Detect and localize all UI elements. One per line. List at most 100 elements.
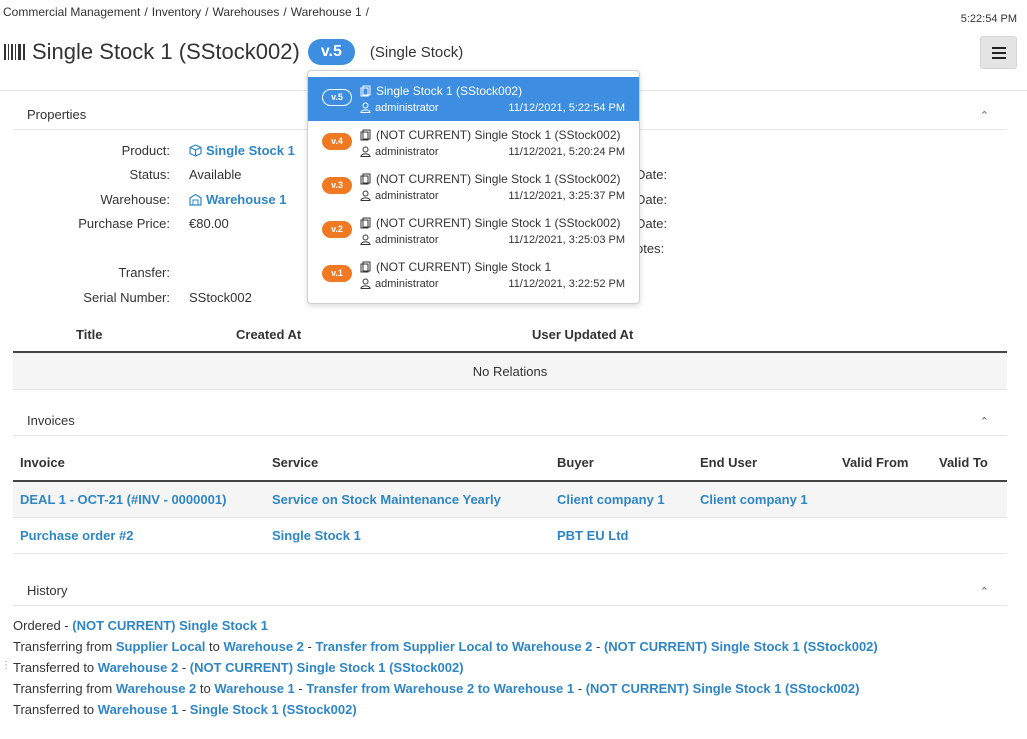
- end-user-cell: [693, 517, 835, 553]
- version-title: Single Stock 1 (SStock002): [376, 84, 523, 98]
- no-relations-message: No Relations: [13, 353, 1007, 390]
- version-menu-item[interactable]: v.3 (NOT CURRENT) Single Stock 1 (SStock0…: [308, 165, 639, 209]
- history-entry: Ordered - (NOT CURRENT) Single Stock 1: [13, 617, 1013, 638]
- invoices-section-header[interactable]: Invoices ⌃: [13, 406, 1007, 436]
- version-user-row: administrator: [360, 278, 439, 290]
- version-title: (NOT CURRENT) Single Stock 1 (SStock002): [376, 128, 621, 142]
- breadcrumb-warehouse-1[interactable]: Warehouse 1: [291, 5, 362, 19]
- serial-number-value: SStock002: [189, 290, 252, 305]
- version-date: 11/12/2021, 3:25:03 PM: [508, 234, 625, 246]
- service-link[interactable]: Service on Stock Maintenance Yearly: [265, 481, 550, 517]
- breadcrumb-inventory[interactable]: Inventory: [152, 5, 201, 19]
- history-section-header[interactable]: History ⌃: [13, 576, 1007, 606]
- transfer-label: Transfer:: [118, 265, 170, 280]
- table-header-row: Invoice Service Buyer End User Valid Fro…: [13, 445, 1007, 481]
- hamburger-menu-button[interactable]: [980, 36, 1017, 69]
- history-text: Transferred to: [13, 702, 98, 717]
- buyer-link[interactable]: Client company 1: [550, 481, 693, 517]
- version-user: administrator: [375, 278, 439, 290]
- invoice-link[interactable]: DEAL 1 - OCT-21 (#INV - 0000001): [13, 481, 265, 517]
- title-row: Single Stock 1 (SStock002) v.5 (Single S…: [4, 36, 463, 68]
- version-menu-item[interactable]: v.4 (NOT CURRENT) Single Stock 1 (SStock0…: [308, 121, 639, 165]
- column-header-invoice[interactable]: Invoice: [13, 445, 265, 481]
- history-link[interactable]: Warehouse 2: [223, 639, 303, 654]
- history-link[interactable]: (NOT CURRENT) Single Stock 1: [72, 618, 268, 633]
- column-header-buyer[interactable]: Buyer: [550, 445, 693, 481]
- column-header-created-at[interactable]: Created At: [236, 327, 301, 342]
- warehouse-value[interactable]: Warehouse 1: [189, 192, 286, 207]
- version-date: 11/12/2021, 5:20:24 PM: [508, 146, 625, 158]
- end-user-link[interactable]: Client company 1: [693, 481, 835, 517]
- history-link[interactable]: Single Stock 1 (SStock002): [190, 702, 357, 717]
- product-link[interactable]: Single Stock 1: [206, 143, 295, 158]
- history-link[interactable]: Warehouse 1: [98, 702, 178, 717]
- invoice-link[interactable]: Purchase order #2: [13, 517, 265, 553]
- history-list: Ordered - (NOT CURRENT) Single Stock 1 Tr…: [13, 617, 1013, 722]
- invoices-table: Invoice Service Buyer End User Valid Fro…: [13, 445, 1007, 554]
- version-user-row: administrator: [360, 234, 439, 246]
- user-icon: [360, 190, 375, 202]
- history-link[interactable]: (NOT CURRENT) Single Stock 1 (SStock002): [586, 681, 860, 696]
- version-title-row: (NOT CURRENT) Single Stock 1: [360, 260, 551, 274]
- version-dropdown-button[interactable]: v.5: [307, 39, 355, 65]
- version-badge: v.5: [322, 89, 352, 106]
- product-label: Product:: [121, 143, 170, 158]
- version-menu-item[interactable]: v.2 (NOT CURRENT) Single Stock 1 (SStock0…: [308, 209, 639, 253]
- breadcrumb-warehouses[interactable]: Warehouses: [212, 5, 279, 19]
- history-text: -: [294, 681, 307, 696]
- service-link[interactable]: Single Stock 1: [265, 517, 550, 553]
- version-user-row: administrator: [360, 146, 439, 158]
- history-link[interactable]: Warehouse 1: [214, 681, 294, 696]
- history-link[interactable]: (NOT CURRENT) Single Stock 1 (SStock002): [604, 639, 878, 654]
- version-date: 11/12/2021, 5:22:54 PM: [508, 102, 625, 114]
- collapse-chevron-icon[interactable]: ⌃: [980, 415, 989, 428]
- purchase-price-label: Purchase Price:: [78, 216, 170, 231]
- column-header-service[interactable]: Service: [265, 445, 550, 481]
- buyer-link[interactable]: PBT EU Ltd: [550, 517, 693, 553]
- column-header-valid-from[interactable]: Valid From: [835, 445, 932, 481]
- history-link[interactable]: Transfer from Warehouse 2 to Warehouse 1: [306, 681, 574, 696]
- column-header-end-user[interactable]: End User: [693, 445, 835, 481]
- version-menu-item[interactable]: v.5 Single Stock 1 (SStock002) administrat…: [308, 77, 639, 121]
- history-link[interactable]: Warehouse 2: [116, 681, 196, 696]
- history-text: Transferred to: [13, 660, 98, 675]
- version-user-row: administrator: [360, 102, 439, 114]
- history-link[interactable]: (NOT CURRENT) Single Stock 1 (SStock002): [190, 660, 464, 675]
- history-text: Transferring from: [13, 639, 116, 654]
- history-link[interactable]: Warehouse 2: [98, 660, 178, 675]
- date-label: Date:: [636, 216, 668, 231]
- history-link[interactable]: Supplier Local: [116, 639, 206, 654]
- history-text: -: [592, 639, 604, 654]
- column-header-title[interactable]: Title: [76, 327, 103, 342]
- history-text: to: [196, 681, 215, 696]
- resize-handle-icon[interactable]: ⋮: [1, 660, 11, 682]
- version-badge: v.2: [322, 221, 352, 238]
- section-title: History: [27, 583, 68, 598]
- warehouse-icon: [189, 193, 202, 206]
- collapse-chevron-icon[interactable]: ⌃: [980, 109, 989, 122]
- history-text: -: [178, 660, 190, 675]
- user-icon: [360, 102, 375, 114]
- version-date: 11/12/2021, 3:25:37 PM: [508, 190, 625, 202]
- version-user: administrator: [375, 190, 439, 202]
- version-menu-item[interactable]: v.1 (NOT CURRENT) Single Stock 1 administr…: [308, 253, 639, 297]
- date-label: Date:: [636, 192, 668, 207]
- history-link[interactable]: Transfer from Supplier Local to Warehous…: [315, 639, 592, 654]
- document-icon: [360, 216, 376, 230]
- column-header-user-updated-at[interactable]: User Updated At: [532, 327, 633, 342]
- hamburger-icon: [991, 46, 1006, 59]
- version-title-row: (NOT CURRENT) Single Stock 1 (SStock002): [360, 172, 621, 186]
- notes-label: otes:: [636, 241, 665, 256]
- version-dropdown-menu: v.5 Single Stock 1 (SStock002) administrat…: [307, 70, 640, 304]
- product-value[interactable]: Single Stock 1: [189, 143, 295, 158]
- collapse-chevron-icon[interactable]: ⌃: [980, 585, 989, 598]
- version-date: 11/12/2021, 3:22:52 PM: [508, 278, 625, 290]
- history-text: to: [205, 639, 224, 654]
- warehouse-link[interactable]: Warehouse 1: [206, 192, 286, 207]
- version-badge: v.3: [322, 177, 352, 194]
- valid-to-cell: [932, 481, 1007, 517]
- breadcrumb-commercial-management[interactable]: Commercial Management: [3, 5, 140, 19]
- page-title: Single Stock 1 (SStock002): [32, 39, 300, 64]
- version-title-row: Single Stock 1 (SStock002): [360, 84, 522, 98]
- column-header-valid-to[interactable]: Valid To: [932, 445, 1007, 481]
